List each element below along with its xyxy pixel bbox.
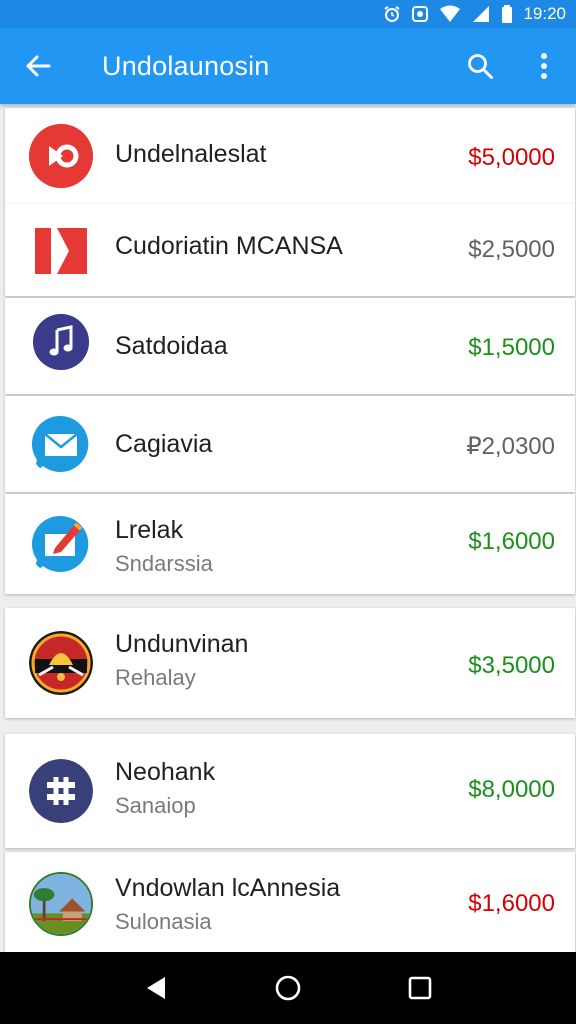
item-subtitle: Rehalay [115, 665, 196, 690]
item-name: Satdoidaa [115, 332, 228, 360]
item-name: Cudoriatin MCANSA [115, 232, 343, 260]
list-item[interactable]: Satdoidaa $1,5000 [5, 298, 575, 394]
item-subtitle: Sanaiop [115, 793, 196, 818]
item-name: Cagiavia [115, 430, 213, 458]
more-vert-icon [541, 53, 547, 79]
search-button[interactable] [448, 28, 512, 104]
sync-icon [411, 5, 429, 23]
list-item[interactable]: Cagiavia ₽2,0300 [5, 396, 575, 492]
music-note-icon [33, 314, 89, 370]
item-name: Neohank [115, 758, 216, 786]
bank-logo-icon [29, 759, 93, 823]
list-item[interactable]: Lrelak Sndarssia $1,6000 [5, 494, 575, 594]
mail-icon [29, 412, 93, 476]
list-item[interactable]: Neohank Sanaiop $8,0000 [5, 734, 575, 848]
back-button[interactable] [0, 28, 76, 104]
item-name: Lrelak [115, 516, 184, 544]
list-item[interactable]: Undelnaleslat $5,0000 [5, 108, 575, 204]
status-time: 19:20 [523, 4, 566, 23]
landmark-photo-icon [29, 872, 93, 936]
page-title: Undolaunosin [102, 50, 270, 81]
item-amount: $2,5000 [468, 236, 555, 263]
red-flag-logo-icon [29, 218, 93, 282]
circle-home-icon [275, 975, 301, 1001]
list-item[interactable]: Cudoriatin MCANSA $2,5000 [5, 204, 575, 296]
item-amount: $3,5000 [468, 652, 555, 679]
item-name: Undelnaleslat [115, 140, 267, 168]
list-item[interactable]: Vndowlan lcAnnesia Sulonasia $1,6000 [5, 852, 575, 952]
system-nav-bar [0, 952, 576, 1024]
item-amount: $8,0000 [468, 776, 555, 803]
item-subtitle: Sndarssia [115, 551, 213, 576]
signal-icon [471, 5, 491, 23]
item-amount: ₽2,0300 [466, 433, 555, 460]
list-item[interactable]: Undunvinan Rehalay $3,5000 [5, 608, 575, 718]
item-subtitle: Sulonasia [115, 909, 212, 934]
nav-back-button[interactable] [126, 958, 186, 1018]
edit-message-icon [29, 512, 93, 576]
emblem-icon [29, 631, 93, 695]
battery-icon [501, 5, 513, 23]
arrow-left-icon [26, 55, 51, 77]
item-name: Undunvinan [115, 630, 249, 658]
wifi-icon [439, 5, 461, 23]
app-bar: Undolaunosin [0, 28, 576, 104]
item-amount: $1,6000 [468, 890, 555, 917]
alarm-icon [383, 5, 401, 23]
search-icon [468, 54, 493, 79]
item-amount: $5,0000 [468, 144, 555, 171]
overflow-menu-button[interactable] [512, 28, 576, 104]
nav-home-button[interactable] [258, 958, 318, 1018]
red-circle-logo-icon [29, 124, 93, 188]
square-recents-icon [408, 976, 432, 1000]
item-name: Vndowlan lcAnnesia [115, 874, 341, 902]
item-amount: $1,6000 [468, 528, 555, 555]
item-amount: $1,5000 [468, 334, 555, 361]
status-bar: 19:20 [0, 0, 576, 28]
nav-recents-button[interactable] [390, 958, 450, 1018]
triangle-back-icon [147, 977, 165, 999]
